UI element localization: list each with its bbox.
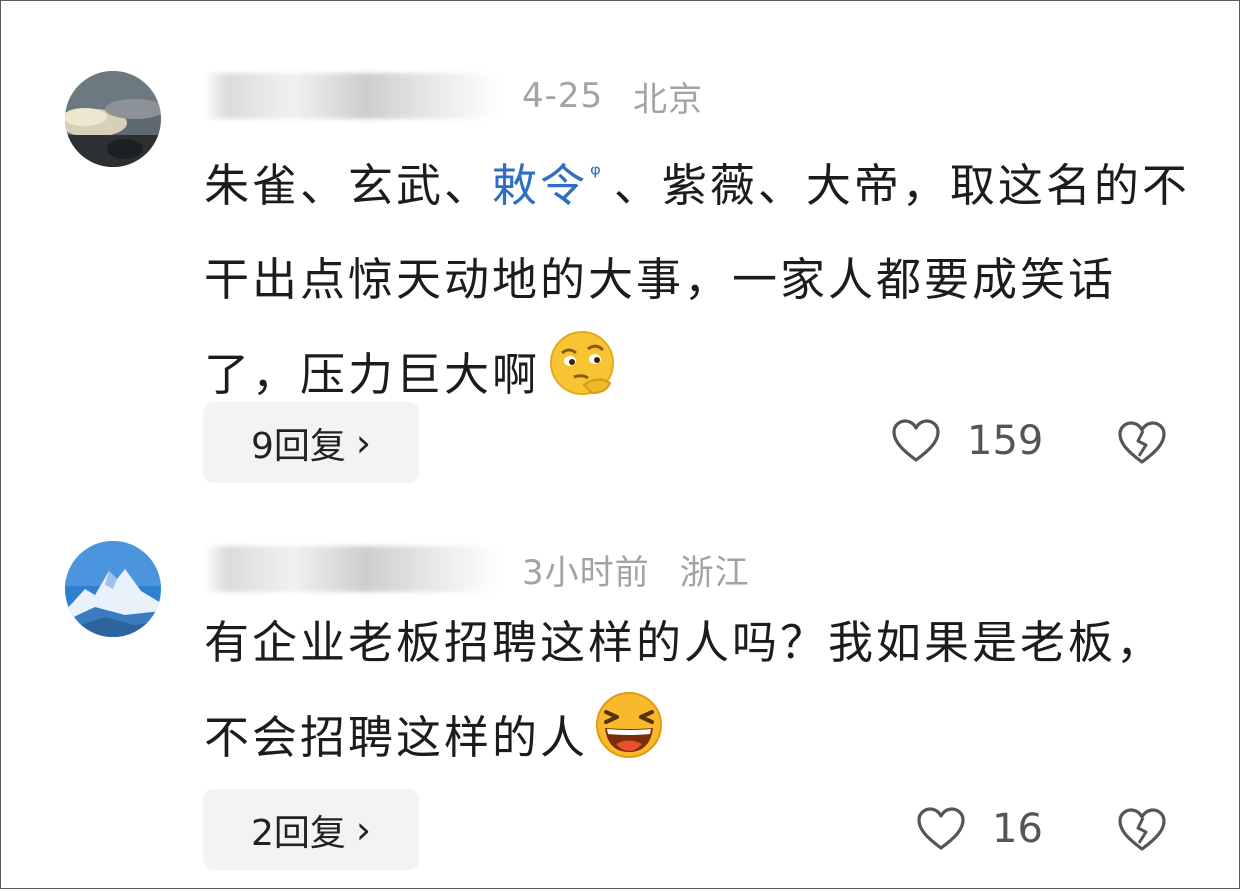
broken-heart-icon <box>1118 421 1166 464</box>
heart-outline-icon <box>892 419 940 462</box>
comment-date: 3小时前 <box>522 552 650 593</box>
like-count: 159 <box>967 418 1044 464</box>
username-redacted[interactable] <box>204 73 500 119</box>
comment-date: 4-25 <box>522 76 604 116</box>
broken-heart-icon <box>1118 808 1166 851</box>
username-redacted[interactable] <box>204 546 500 592</box>
search-icon[interactable]: ᵠ <box>590 160 604 190</box>
view-replies-button[interactable]: 2回复 › <box>203 789 419 870</box>
chevron-right-icon: › <box>355 420 372 465</box>
like-count: 16 <box>992 806 1043 852</box>
laughing-face-emoji <box>592 690 666 792</box>
heart-outline-icon <box>917 807 965 850</box>
dislike-button[interactable] <box>1117 807 1167 857</box>
search-keyword-link[interactable]: 敕令 <box>492 159 588 212</box>
user-avatar[interactable] <box>65 71 161 167</box>
view-replies-button[interactable]: 9回复 › <box>203 402 419 483</box>
comment-meta: 4-25 北京 <box>204 73 764 120</box>
dislike-button[interactable] <box>1117 420 1167 470</box>
comment-location: 北京 <box>633 79 704 120</box>
like-button[interactable]: 159 <box>891 418 1043 464</box>
comment-location: 浙江 <box>679 552 750 593</box>
chevron-right-icon: › <box>355 807 372 852</box>
thinking-face-emoji <box>544 327 620 429</box>
like-button[interactable]: 16 <box>916 806 1043 852</box>
reply-count-label: 2回复 <box>250 812 346 854</box>
comment-text-part: 有企业老板招聘这样的人吗？我如果是老板，不会招聘这样的人 <box>204 616 1165 764</box>
comment-text-part: 朱雀、玄武、 <box>204 159 493 212</box>
reply-count-label: 9回复 <box>250 425 346 467</box>
user-avatar[interactable] <box>65 541 161 637</box>
comment-text: 朱雀、玄武、敕令ᵠ 、紫薇、大帝，取这名的不干出点惊天动地的大事，一家人都要成笑话… <box>204 128 1194 429</box>
comment-text: 有企业老板招聘这样的人吗？我如果是老板，不会招聘这样的人 <box>204 596 1164 792</box>
comment-meta: 3小时前 浙江 <box>204 546 824 593</box>
